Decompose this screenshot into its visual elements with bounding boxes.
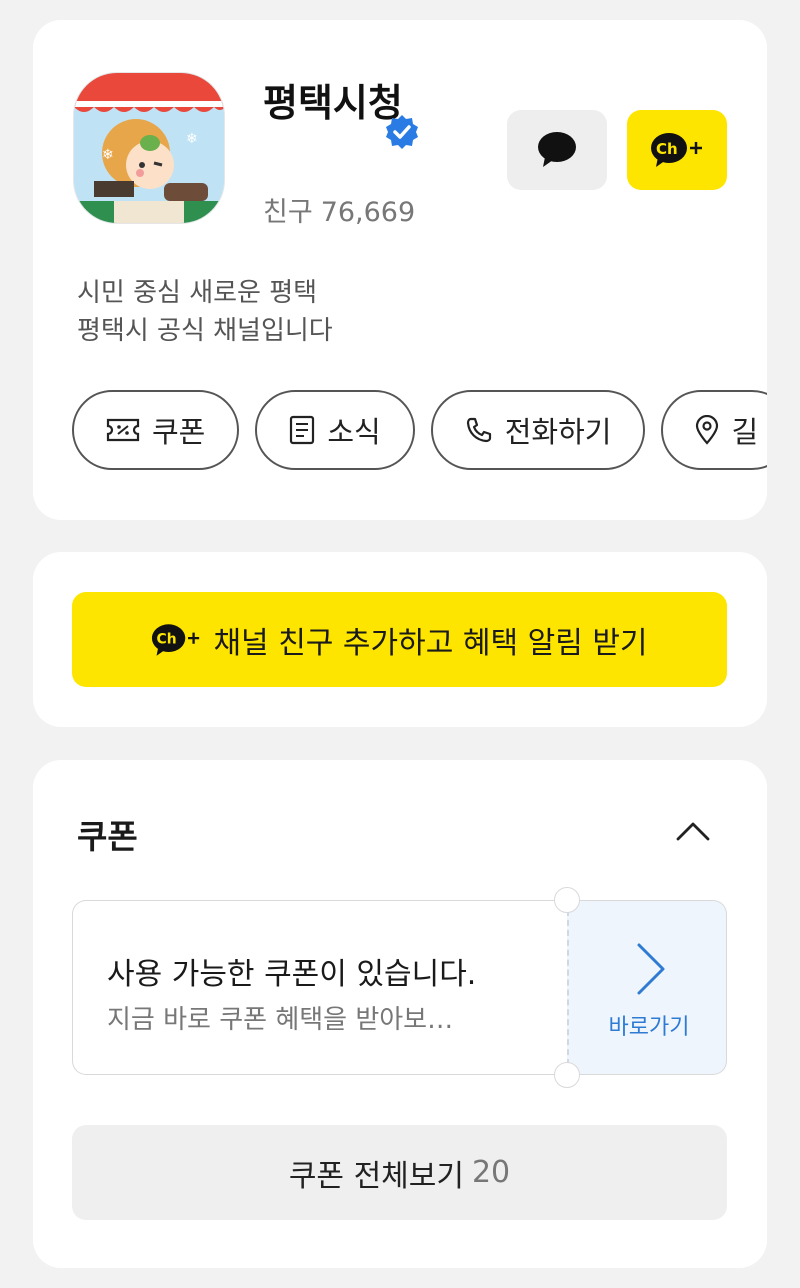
add-friend-button[interactable]: Ch 채널 친구 추가하고 혜택 알림 받기 xyxy=(72,592,727,687)
coupon-ticket-subtitle: 지금 바로 쿠폰 혜택을 받아보… xyxy=(107,1005,454,1035)
channel-avatar[interactable]: ❄ ❄ xyxy=(73,72,225,224)
chip-directions-label: 길 xyxy=(731,415,759,449)
avatar-illustration: ❄ ❄ xyxy=(74,73,224,223)
chip-news[interactable]: 소식 xyxy=(255,390,415,470)
svg-text:Ch: Ch xyxy=(157,631,177,647)
coupon-go-label: 바로가기 xyxy=(608,1015,690,1040)
svg-text:Ch: Ch xyxy=(656,140,678,158)
coupon-section: 쿠폰 사용 가능한 쿠폰이 있습니다. 지금 바로 쿠폰 혜택을 받아보… 바로… xyxy=(33,760,767,1268)
channel-add-button[interactable]: Ch xyxy=(627,110,727,190)
chat-bubble-icon xyxy=(538,132,576,167)
coupon-count: 20 xyxy=(471,1155,511,1190)
channel-plus-icon: Ch xyxy=(152,623,200,656)
add-friend-label: 채널 친구 추가하고 혜택 알림 받기 xyxy=(213,625,648,661)
chip-coupon-label: 쿠폰 xyxy=(152,415,206,449)
description-line-1: 시민 중심 새로운 평택 xyxy=(77,278,318,308)
add-friend-card: Ch 채널 친구 추가하고 혜택 알림 받기 xyxy=(33,552,767,727)
friends-count: 친구 76,669 xyxy=(263,190,415,229)
channel-plus-icon: Ch xyxy=(651,133,702,167)
view-all-label: 쿠폰 전체보기 xyxy=(288,1158,464,1194)
location-pin-icon xyxy=(696,415,719,445)
profile-card: ❄ ❄ 평택시청 친구 76,669 Ch 시민 중심 새로운 평택 평택시 공식… xyxy=(33,20,767,520)
chip-directions[interactable]: 길 xyxy=(661,390,767,470)
coupon-ticket-title: 사용 가능한 쿠폰이 있습니다. xyxy=(107,957,477,992)
view-all-coupons-button[interactable]: 쿠폰 전체보기 20 xyxy=(72,1125,727,1220)
friends-number: 76,669 xyxy=(320,197,416,228)
ticket-notch xyxy=(554,1062,580,1088)
chip-news-label: 소식 xyxy=(327,415,381,449)
chat-button[interactable] xyxy=(507,110,607,190)
phone-icon xyxy=(466,417,491,443)
news-icon xyxy=(290,415,315,445)
svg-text:❄: ❄ xyxy=(102,147,114,163)
svg-text:❄: ❄ xyxy=(186,131,198,147)
verified-check-icon xyxy=(386,115,418,149)
chip-call[interactable]: 전화하기 xyxy=(430,390,646,470)
chevron-right-icon xyxy=(637,943,665,995)
friends-label: 친구 xyxy=(263,197,313,228)
chip-coupon[interactable]: 쿠폰 xyxy=(72,390,240,470)
coupon-ticket[interactable]: 사용 가능한 쿠폰이 있습니다. 지금 바로 쿠폰 혜택을 받아보… 바로가기 xyxy=(72,887,727,1088)
coupon-section-title: 쿠폰 xyxy=(77,817,138,856)
quick-action-chips: 쿠폰 소식 전화하기 길 xyxy=(72,390,767,470)
channel-description: 시민 중심 새로운 평택 평택시 공식 채널입니다 xyxy=(77,274,333,350)
ticket-notch xyxy=(554,887,580,913)
description-line-2: 평택시 공식 채널입니다 xyxy=(77,316,333,346)
chip-call-label: 전화하기 xyxy=(504,415,612,449)
coupon-ticket-body: 사용 가능한 쿠폰이 있습니다. 지금 바로 쿠폰 혜택을 받아보… xyxy=(72,900,567,1075)
coupon-go-button[interactable]: 바로가기 xyxy=(567,900,727,1075)
coupon-icon xyxy=(106,418,140,442)
chevron-up-icon[interactable] xyxy=(673,812,713,852)
